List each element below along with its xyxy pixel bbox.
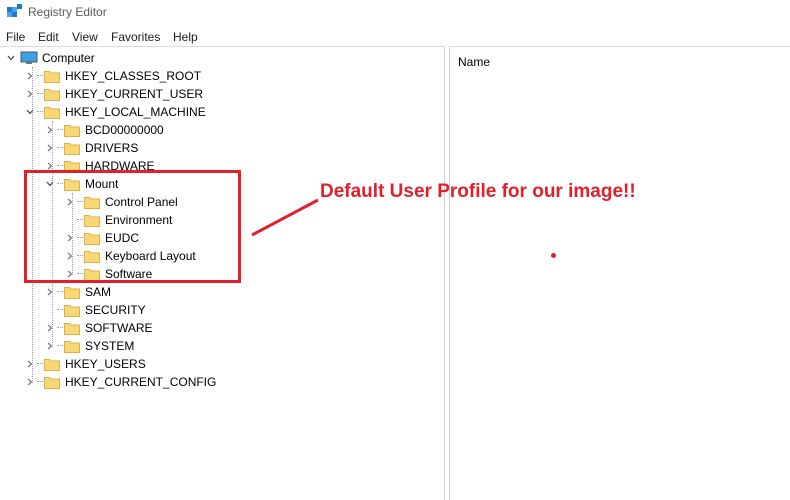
- title-bar: Registry Editor: [0, 0, 790, 24]
- tree-item-label: HKEY_USERS: [65, 357, 146, 371]
- chevron-right-icon[interactable]: [23, 69, 37, 83]
- folder-icon: [44, 107, 60, 119]
- tree-item-label: SAM: [85, 285, 112, 299]
- computer-icon: [20, 51, 38, 64]
- tree-item-label: HKEY_CURRENT_USER: [65, 87, 204, 101]
- tree-item-hkey-classes-root[interactable]: HKEY_CLASSES_ROOT: [23, 67, 201, 85]
- tree-item-label: SECURITY: [85, 303, 146, 317]
- chevron-down-icon[interactable]: [23, 105, 37, 119]
- chevron-right-icon[interactable]: [43, 321, 57, 335]
- tree-item-system[interactable]: SYSTEM: [43, 337, 134, 355]
- tree-item-hkey-users[interactable]: HKEY_USERS: [23, 355, 146, 373]
- folder-icon: [64, 323, 80, 335]
- tree-item-security[interactable]: SECURITY: [43, 301, 146, 319]
- tree-item-label: SOFTWARE: [85, 321, 153, 335]
- window-title: Registry Editor: [28, 5, 107, 19]
- menu-favorites[interactable]: Favorites: [111, 30, 160, 44]
- annotation-dot: [551, 253, 556, 258]
- chevron-right-icon[interactable]: [43, 141, 57, 155]
- folder-icon: [64, 125, 80, 137]
- tree-item-bcd[interactable]: BCD00000000: [43, 121, 164, 139]
- tree-item-hkey-local-machine[interactable]: HKEY_LOCAL_MACHINE: [23, 103, 206, 121]
- chevron-right-icon[interactable]: [43, 123, 57, 137]
- tree-item-hkey-current-config[interactable]: HKEY_CURRENT_CONFIG: [23, 373, 216, 391]
- folder-icon: [64, 305, 80, 317]
- folder-icon: [64, 341, 80, 353]
- menu-file[interactable]: File: [6, 30, 25, 44]
- tree-item-drivers[interactable]: DRIVERS: [43, 139, 138, 157]
- chevron-right-icon[interactable]: [23, 375, 37, 389]
- tree-item-software[interactable]: SOFTWARE: [43, 319, 153, 337]
- annotation-text: Default User Profile for our image!!: [320, 181, 636, 202]
- annotation-highlight-box: [24, 170, 241, 283]
- tree-item-label: SYSTEM: [85, 339, 135, 353]
- tree-item-label: Computer: [42, 51, 95, 65]
- tree-item-computer[interactable]: Computer: [4, 49, 95, 67]
- tree-item-sam[interactable]: SAM: [43, 283, 111, 301]
- menu-help[interactable]: Help: [173, 30, 198, 44]
- chevron-down-icon[interactable]: [4, 51, 18, 65]
- menu-edit[interactable]: Edit: [38, 30, 59, 44]
- registry-values-pane[interactable]: Name: [449, 46, 790, 500]
- chevron-right-icon[interactable]: [43, 339, 57, 353]
- chevron-right-icon[interactable]: [23, 87, 37, 101]
- folder-icon: [64, 143, 80, 155]
- tree-item-label: BCD00000000: [85, 123, 164, 137]
- folder-icon: [44, 377, 60, 389]
- folder-icon: [44, 359, 60, 371]
- registry-editor-icon: [7, 4, 22, 17]
- folder-icon: [44, 89, 60, 101]
- tree-item-hkey-current-user[interactable]: HKEY_CURRENT_USER: [23, 85, 203, 103]
- tree-item-label: HKEY_CLASSES_ROOT: [65, 69, 202, 83]
- folder-icon: [44, 71, 60, 83]
- column-header-name[interactable]: Name: [458, 55, 490, 69]
- tree-item-label: HKEY_CURRENT_CONFIG: [65, 375, 217, 389]
- folder-icon: [64, 287, 80, 299]
- chevron-right-icon[interactable]: [43, 285, 57, 299]
- menu-bar: File Edit View Favorites Help: [0, 27, 790, 46]
- menu-view[interactable]: View: [72, 30, 98, 44]
- tree-item-label: DRIVERS: [85, 141, 139, 155]
- chevron-right-icon[interactable]: [23, 357, 37, 371]
- tree-item-label: HKEY_LOCAL_MACHINE: [65, 105, 206, 119]
